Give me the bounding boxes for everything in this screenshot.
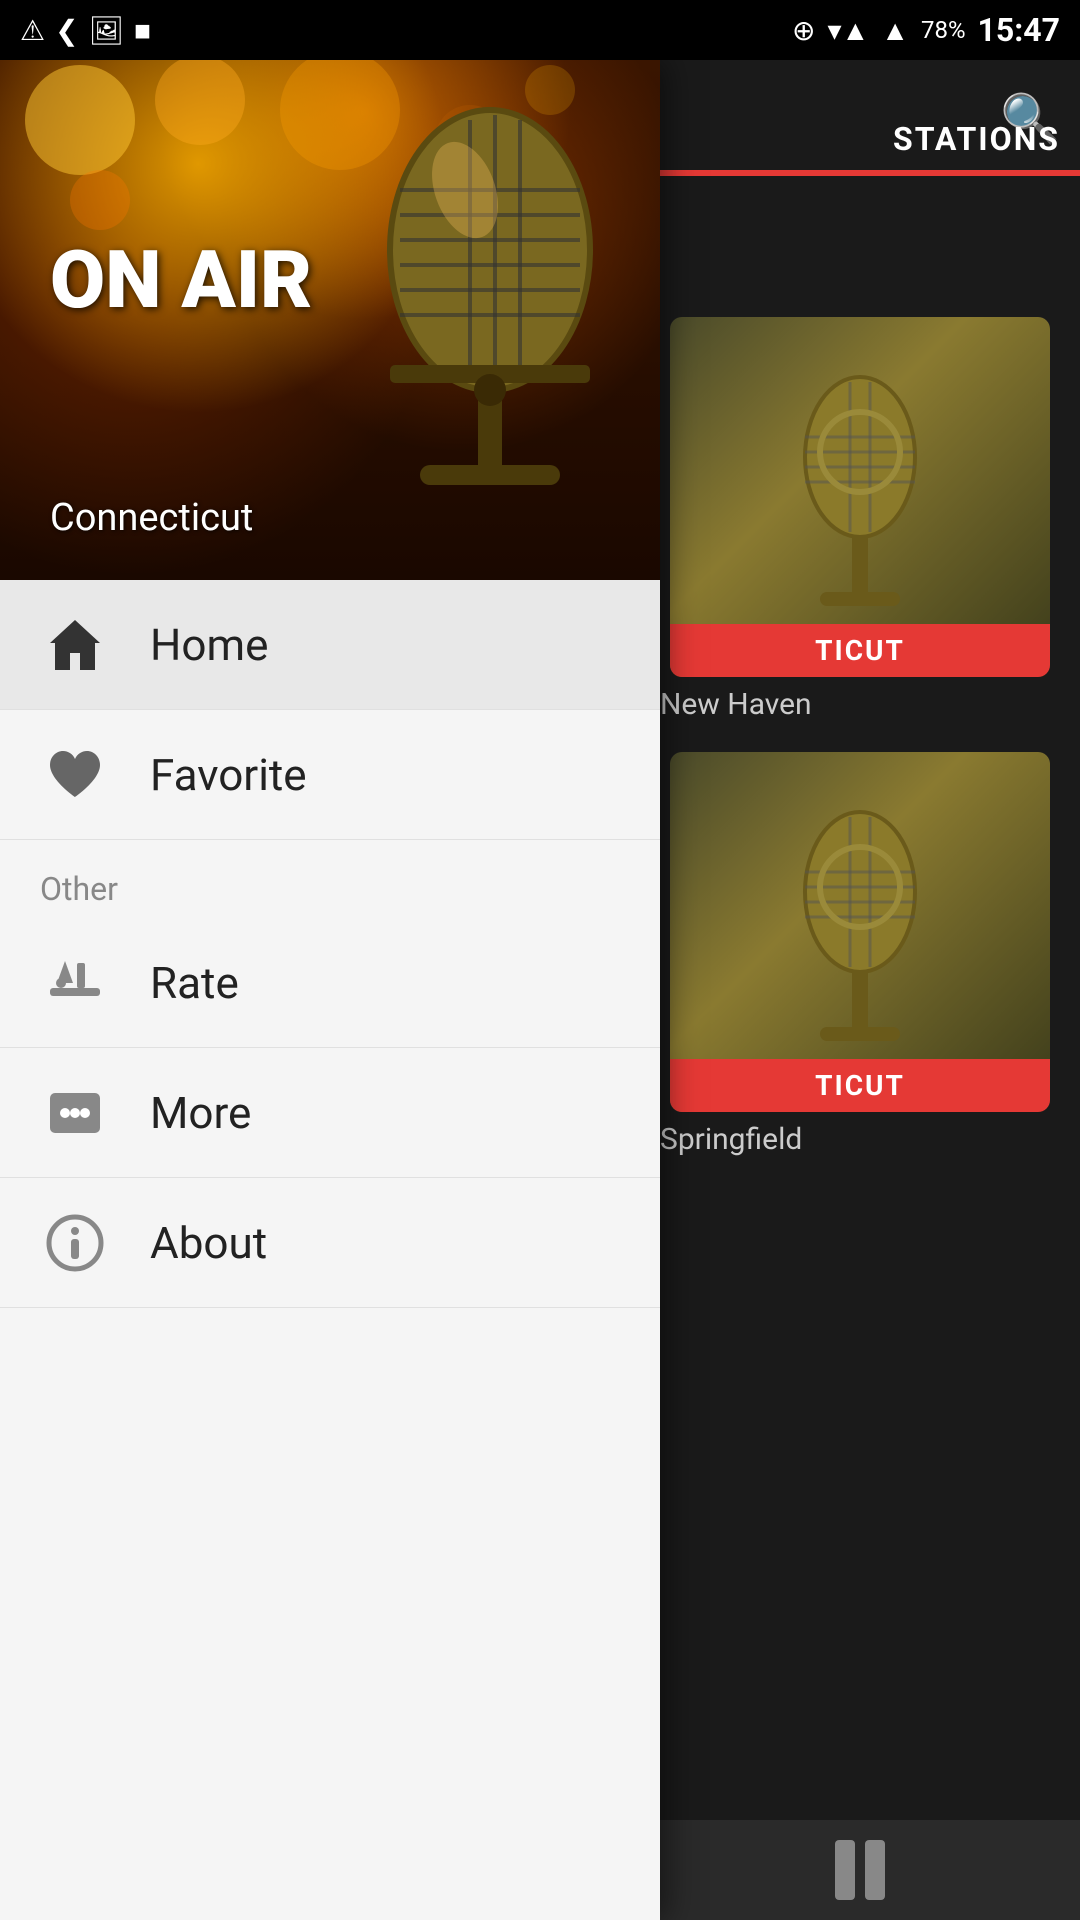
more-icon	[40, 1078, 110, 1148]
wifi-icon: ▾▲	[827, 14, 869, 47]
pause-button[interactable]	[835, 1840, 885, 1900]
menu-item-more[interactable]: More	[0, 1048, 660, 1178]
microphone-hero	[350, 70, 630, 570]
image-icon: 🖼	[89, 14, 125, 47]
menu-item-about[interactable]: About	[0, 1178, 660, 1308]
section-header-other: Other	[0, 840, 660, 918]
microphone-icon-card	[770, 357, 950, 637]
station-name-1: New Haven	[640, 677, 1080, 732]
home-icon	[40, 610, 110, 680]
stop-icon: ■	[134, 14, 151, 47]
station-card-label: TICUT	[670, 624, 1050, 677]
menu-label-home: Home	[150, 619, 268, 671]
add-icon: ⊕	[792, 14, 815, 47]
rate-icon	[40, 948, 110, 1018]
stations-accent	[640, 170, 1080, 176]
bottom-play-bar[interactable]	[640, 1820, 1080, 1920]
app-container: 🔍 STATIONS	[0, 60, 1080, 1920]
signal-icon: ▲	[881, 14, 909, 47]
pause-bar-right	[865, 1840, 885, 1900]
hero-subtitle: Connecticut	[50, 496, 253, 540]
back-icon: ❮	[55, 14, 78, 47]
station-card-label-2: TICUT	[670, 1059, 1050, 1112]
station-card[interactable]: TICUT	[670, 317, 1050, 677]
station-name-2: Springfield	[640, 1112, 1080, 1167]
menu-item-home[interactable]: Home	[0, 580, 660, 710]
menu-label-about: About	[150, 1217, 267, 1269]
drawer-hero: ON AIR Connecticut	[0, 60, 660, 580]
status-bar-right: ⊕ ▾▲ ▲ 78% 15:47	[792, 11, 1060, 49]
battery-level: 78%	[921, 16, 966, 44]
alert-icon: ⚠	[20, 14, 45, 47]
menu-item-favorite[interactable]: Favorite	[0, 710, 660, 840]
menu-item-rate[interactable]: Rate	[0, 918, 660, 1048]
station-card-image-2	[670, 752, 1050, 1112]
menu-label-more: More	[150, 1087, 251, 1139]
status-bar: ⚠ ❮ 🖼 ■ ⊕ ▾▲ ▲ 78% 15:47	[0, 0, 1080, 60]
drawer-menu: Home Favorite Other	[0, 580, 660, 1920]
pause-bar-left	[835, 1840, 855, 1900]
info-icon	[40, 1208, 110, 1278]
heart-icon	[40, 740, 110, 810]
stations-label: STATIONS	[893, 120, 1060, 158]
status-time: 15:47	[978, 11, 1060, 49]
right-panel: 🔍 STATIONS	[640, 60, 1080, 1920]
microphone-icon-card-2	[770, 792, 950, 1072]
menu-label-rate: Rate	[150, 957, 239, 1009]
drawer: ON AIR Connecticut Home	[0, 60, 660, 1920]
station-card-2[interactable]: TICUT	[670, 752, 1050, 1112]
status-bar-left: ⚠ ❮ 🖼 ■	[20, 14, 151, 47]
menu-label-favorite: Favorite	[150, 749, 307, 801]
station-card-image	[670, 317, 1050, 677]
on-air-text: ON AIR	[50, 240, 312, 320]
